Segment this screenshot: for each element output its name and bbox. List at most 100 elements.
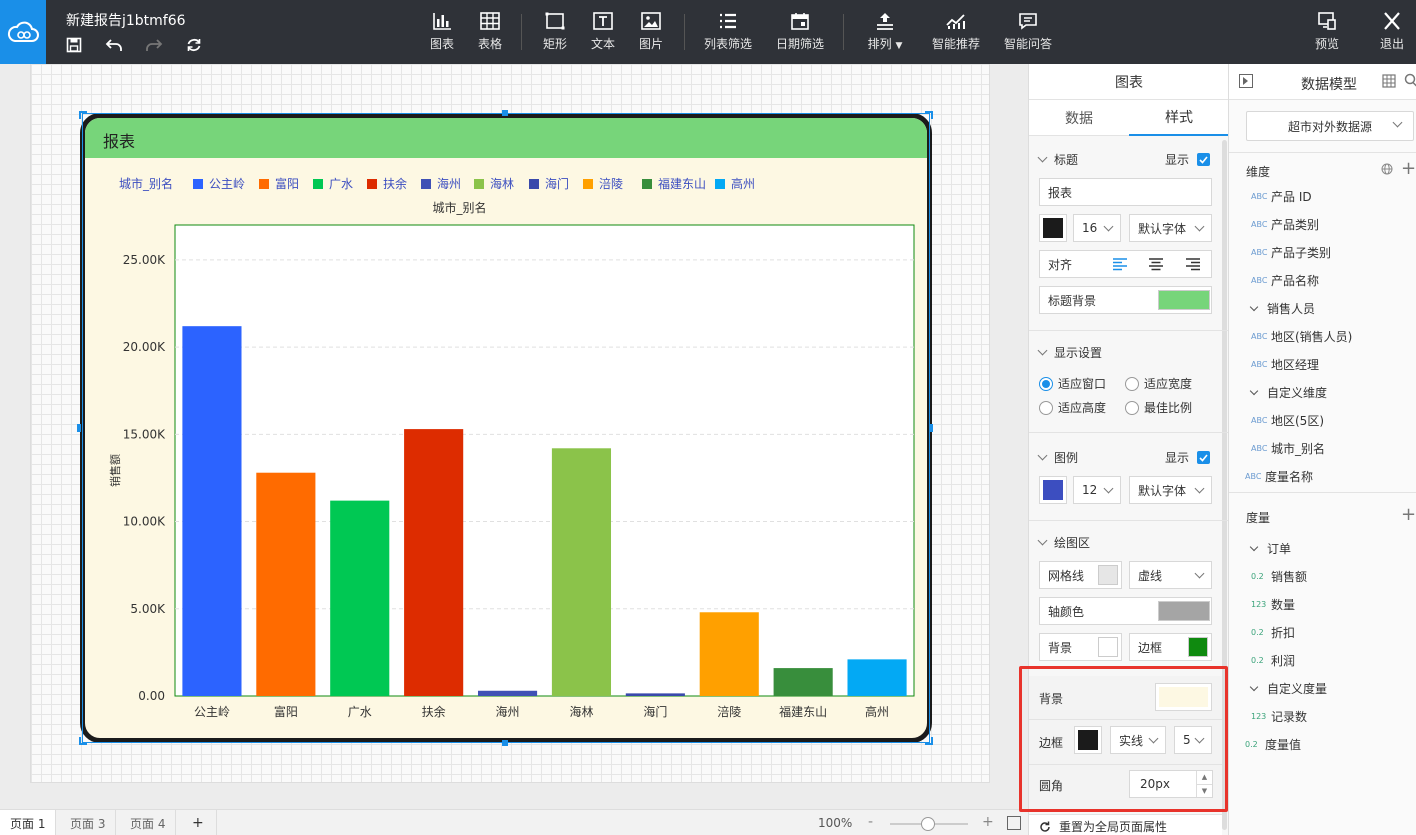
legend-font-size-select[interactable]: 12 [1073, 476, 1121, 504]
section-title-header[interactable]: 标题 [1037, 151, 1078, 168]
resize-handle[interactable] [79, 737, 87, 745]
title-font-family-select[interactable]: 默认字体 [1129, 214, 1212, 242]
cloud-logo-icon[interactable] [0, 0, 46, 64]
plot-background-color-picker[interactable] [1098, 637, 1118, 657]
undo-icon[interactable] [103, 37, 125, 53]
field-item[interactable]: 0.2 折扣 [1251, 622, 1295, 642]
page-tab[interactable]: 页面 4 [120, 810, 177, 835]
add-page-button[interactable]: + [180, 810, 217, 835]
legend-color-picker[interactable] [1039, 476, 1067, 504]
folder-item[interactable]: 销售人员 [1247, 298, 1315, 318]
section-legend-header[interactable]: 图例 [1037, 449, 1078, 466]
page-tab[interactable]: 页面 3 [60, 810, 117, 835]
globe-icon[interactable] [1381, 163, 1393, 178]
add-dimension-icon[interactable]: + [1401, 158, 1416, 179]
field-item[interactable]: ABC 地区(5区) [1251, 410, 1324, 430]
field-item[interactable]: ABC 地区(销售人员) [1251, 326, 1352, 346]
add-measure-icon[interactable]: + [1401, 504, 1416, 525]
field-item[interactable]: ABC 产品类别 [1251, 214, 1319, 234]
checkbox-checked-icon[interactable] [1197, 153, 1211, 166]
tab-style[interactable]: 样式 [1129, 100, 1229, 136]
field-item[interactable]: ABC 度量名称 [1245, 466, 1313, 486]
field-label: 折扣 [1271, 625, 1296, 640]
section-plot-header[interactable]: 绘图区 [1037, 534, 1090, 551]
resize-handle[interactable] [929, 424, 933, 432]
field-item[interactable]: ABC 地区经理 [1251, 354, 1319, 374]
gridline-style-select[interactable]: 虚线 [1129, 561, 1212, 589]
tool-arrange[interactable]: 排列 ▼ [862, 12, 908, 56]
redo-icon[interactable] [143, 37, 165, 53]
tool-smart-recommend[interactable]: 智能推荐 [928, 12, 984, 56]
resize-handle[interactable] [925, 111, 933, 119]
radio-fit-window[interactable]: 适应窗口 [1039, 375, 1106, 392]
checkbox-checked-icon[interactable] [1197, 451, 1211, 464]
title-background-color-picker[interactable] [1158, 290, 1210, 310]
page-tab[interactable]: 页面 1 [0, 810, 57, 835]
save-icon[interactable] [63, 37, 85, 53]
refresh-icon[interactable] [183, 37, 205, 53]
field-item[interactable]: 0.2 销售额 [1251, 566, 1307, 586]
field-item[interactable]: ABC 城市_别名 [1251, 438, 1325, 458]
chevron-down-icon[interactable] [1249, 302, 1259, 311]
field-item[interactable]: 0.2 度量值 [1245, 734, 1301, 754]
field-item[interactable]: ABC 产品子类别 [1251, 242, 1331, 262]
field-label: 利润 [1271, 653, 1296, 668]
resize-handle[interactable] [925, 737, 933, 745]
align-center-icon[interactable] [1148, 257, 1164, 274]
tab-data[interactable]: 数据 [1029, 100, 1129, 136]
preview-button[interactable]: 预览 [1310, 12, 1344, 56]
reset-icon [1040, 821, 1050, 832]
arrange-icon [877, 13, 893, 30]
tool-table[interactable]: 表格 [472, 12, 508, 56]
radio-best-ratio[interactable]: 最佳比例 [1125, 399, 1192, 416]
align-left-icon[interactable] [1112, 257, 1128, 274]
collapse-panel-icon[interactable] [1239, 74, 1253, 88]
tool-chart[interactable]: 图表 [424, 12, 460, 56]
align-right-icon[interactable] [1185, 257, 1201, 274]
section-display-header[interactable]: 显示设置 [1037, 344, 1102, 361]
document-title[interactable]: 新建报告j1btmf66 [66, 10, 186, 30]
axis-color-picker[interactable] [1158, 601, 1210, 621]
gridline-color-picker[interactable] [1098, 565, 1118, 585]
preview-icon [1318, 12, 1336, 30]
title-font-size-select[interactable]: 16 [1073, 214, 1121, 242]
resize-handle[interactable] [502, 740, 508, 746]
title-text-input[interactable]: 报表 [1039, 178, 1212, 206]
fit-screen-icon[interactable] [1007, 816, 1021, 830]
zoom-in-button[interactable]: + [982, 814, 994, 830]
resize-handle[interactable] [77, 424, 81, 432]
radio-fit-height[interactable]: 适应高度 [1039, 399, 1106, 416]
chevron-down-icon[interactable] [1249, 386, 1259, 395]
field-item[interactable]: 123 记录数 [1251, 706, 1307, 726]
zoom-slider-thumb[interactable] [921, 817, 935, 831]
table-view-icon[interactable] [1382, 74, 1396, 91]
tool-list-filter[interactable]: 列表筛选 [700, 12, 756, 56]
resize-handle[interactable] [79, 111, 87, 119]
title-show-toggle[interactable]: 显示 [1165, 151, 1211, 168]
search-icon[interactable] [1404, 73, 1416, 90]
tool-rectangle[interactable]: 矩形 [537, 12, 573, 56]
legend-font-family-select[interactable]: 默认字体 [1129, 476, 1212, 504]
folder-item[interactable]: 订单 [1247, 538, 1291, 558]
plot-border-color-picker[interactable] [1188, 637, 1208, 657]
resize-handle[interactable] [502, 110, 508, 116]
tool-smart-qa[interactable]: 智能问答 [1000, 12, 1056, 56]
exit-button[interactable]: 退出 [1375, 12, 1409, 56]
field-item[interactable]: ABC 产品名称 [1251, 270, 1319, 290]
chevron-down-icon[interactable] [1249, 542, 1259, 551]
field-item[interactable]: 123 数量 [1251, 594, 1295, 614]
tool-text[interactable]: 文本 [585, 12, 621, 56]
tool-image[interactable]: 图片 [633, 12, 669, 56]
folder-item[interactable]: 自定义度量 [1247, 678, 1327, 698]
radio-fit-width[interactable]: 适应宽度 [1125, 375, 1192, 392]
chevron-down-icon[interactable] [1249, 682, 1259, 691]
title-color-picker[interactable] [1039, 214, 1067, 242]
folder-item[interactable]: 自定义维度 [1247, 382, 1327, 402]
field-item[interactable]: ABC 产品 ID [1251, 186, 1312, 206]
field-item[interactable]: 0.2 利润 [1251, 650, 1295, 670]
datasource-select[interactable]: 超市对外数据源 [1246, 111, 1414, 141]
tool-date-filter[interactable]: 日期筛选 [772, 12, 828, 56]
legend-show-toggle[interactable]: 显示 [1165, 449, 1211, 466]
zoom-out-button[interactable]: - [868, 814, 873, 830]
reset-global-button[interactable]: 重置为全局页面属性 [1039, 818, 1167, 835]
